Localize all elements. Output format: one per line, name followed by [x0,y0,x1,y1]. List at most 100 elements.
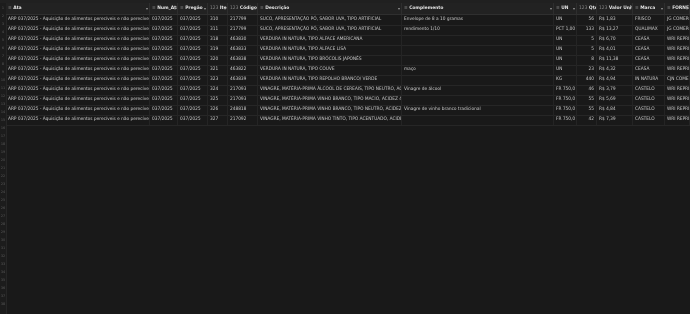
cell-codigo[interactable]: 217799 [228,25,258,35]
cell-un[interactable]: UN [554,65,577,75]
cell-qtde[interactable]: 8 [577,55,597,65]
cell-item[interactable]: 320 [208,55,228,65]
column-header-un[interactable]: ≡ UN ▾ [554,3,577,14]
cell-un[interactable]: UN [554,35,577,45]
cell-descricao[interactable]: VINAGRE, MATÉRIA-PRIMA VINHO BRANCO, TIP… [258,105,402,115]
cell-marca[interactable]: FRISCO [633,15,665,25]
cell-qtde[interactable]: 5 [577,35,597,45]
cell-ata[interactable]: ARP 037/2025 - Aquisição de alimentos pe… [6,85,150,95]
cell-valor-unitario[interactable]: R$ 4,32 [597,65,633,75]
cell-valor-unitario[interactable]: R$ 4,01 [597,45,633,55]
cell-valor-unitario[interactable]: R$ 13,27 [597,25,633,35]
cell-fornecedor[interactable]: WRI REPRESI [665,65,690,75]
cell-ata[interactable]: ARP 037/2025 - Aquisição de alimentos pe… [6,15,150,25]
cell-codigo[interactable]: 463830 [228,35,258,45]
cell-un[interactable]: FR 750,0 [554,85,577,95]
cell-un[interactable]: UN [554,45,577,55]
cell-valor-unitario[interactable]: R$ 7,39 [597,115,633,125]
cell-pregao[interactable]: 037/2025 [178,45,208,55]
cell-un[interactable]: KG [554,75,577,85]
cell-marca[interactable]: IN NATURA [633,75,665,85]
cell-complemento[interactable] [402,75,554,85]
cell-ata[interactable]: ARP 037/2025 - Aquisição de alimentos pe… [6,95,150,105]
cell-marca[interactable]: CEASA [633,35,665,45]
cell-num-ata[interactable]: 037/2025 [150,115,178,125]
cell-marca[interactable]: CEASA [633,45,665,55]
cell-num-ata[interactable]: 037/2025 [150,35,178,45]
cell-fornecedor[interactable]: WRI REPRESI [665,35,690,45]
chevron-down-icon[interactable]: ▾ [661,3,663,14]
cell-pregao[interactable]: 037/2025 [178,85,208,95]
cell-descricao[interactable]: VERDURA IN NATURA, TIPO REPOLHO BRANCO/ … [258,75,402,85]
cell-ata[interactable]: ARP 037/2025 - Aquisição de alimentos pe… [6,105,150,115]
chevron-down-icon[interactable]: ▾ [204,3,206,14]
cell-complemento[interactable]: Vinagre de álcool [402,85,554,95]
cell-ata[interactable]: ARP 037/2025 - Aquisição de alimentos pe… [6,65,150,75]
cell-fornecedor[interactable]: WRI REPRESI [665,105,690,115]
column-header-codigo[interactable]: 123 Código ▾ [228,3,258,14]
cell-descricao[interactable]: SUCO, APRESENTAÇÃO PÓ, SABOR UVA, TIPO A… [258,15,402,25]
cell-fornecedor[interactable]: WRI REPRESI [665,95,690,105]
cell-qtde[interactable]: 42 [577,115,597,125]
cell-fornecedor[interactable]: CJN COMERC [665,75,690,85]
cell-fornecedor[interactable]: JG COMERCIO [665,25,690,35]
cell-marca[interactable]: QUALIMAX [633,25,665,35]
cell-fornecedor[interactable]: WRI REPRESI [665,115,690,125]
cell-ata[interactable]: ARP 037/2025 - Aquisição de alimentos pe… [6,115,150,125]
cell-codigo[interactable]: 463822 [228,65,258,75]
cell-descricao[interactable]: SUCO, APRESENTAÇÃO PÓ, SABOR UVA, TIPO A… [258,25,402,35]
cell-complemento[interactable]: rendimento 1/10 [402,25,554,35]
cell-codigo[interactable]: 217093 [228,95,258,105]
cell-complemento[interactable]: maço [402,65,554,75]
cell-qtde[interactable]: 56 [577,15,597,25]
cell-valor-unitario[interactable]: R$ 3,79 [597,85,633,95]
cell-valor-unitario[interactable]: R$ 6,70 [597,35,633,45]
cell-un[interactable]: FR 750,0 [554,115,577,125]
cell-valor-unitario[interactable]: R$ 4,94 [597,75,633,85]
cell-complemento[interactable] [402,35,554,45]
cell-item[interactable]: 323 [208,75,228,85]
cell-pregao[interactable]: 037/2025 [178,55,208,65]
cell-qtde[interactable]: 46 [577,85,597,95]
chevron-down-icon[interactable]: ▾ [398,3,400,14]
column-header-descricao[interactable]: ≡ Descrição ▾ [258,3,402,14]
cell-pregao[interactable]: 037/2025 [178,25,208,35]
chevron-down-icon[interactable]: ▾ [686,3,688,14]
cell-codigo[interactable]: 463838 [228,55,258,65]
cell-num-ata[interactable]: 037/2025 [150,95,178,105]
cell-num-ata[interactable]: 037/2025 [150,85,178,95]
column-header-pregao[interactable]: ≡ Pregão ▾ [178,3,208,14]
cell-num-ata[interactable]: 037/2025 [150,75,178,85]
cell-complemento[interactable]: Vinagre de vinho branco tradicional [402,105,554,115]
cell-descricao[interactable]: VERDURA IN NATURA, TIPO ALFACE LISA [258,45,402,55]
cell-ata[interactable]: ARP 037/2025 - Aquisição de alimentos pe… [6,35,150,45]
cell-complemento[interactable] [402,115,554,125]
cell-num-ata[interactable]: 037/2025 [150,65,178,75]
cell-num-ata[interactable]: 037/2025 [150,105,178,115]
cell-qtde[interactable]: 133 [577,25,597,35]
cell-ata[interactable]: ARP 037/2025 - Aquisição de alimentos pe… [6,45,150,55]
cell-ata[interactable]: ARP 037/2025 - Aquisição de alimentos pe… [6,55,150,65]
chevron-down-icon[interactable]: ▾ [146,3,148,14]
cell-fornecedor[interactable]: WRI REPRESI [665,85,690,95]
cell-item[interactable]: 324 [208,85,228,95]
cell-item[interactable]: 326 [208,105,228,115]
cell-num-ata[interactable]: 037/2025 [150,15,178,25]
cell-qtde[interactable]: 23 [577,65,597,75]
cell-codigo[interactable]: 217093 [228,85,258,95]
chevron-down-icon[interactable]: ▾ [254,3,256,14]
cell-qtde[interactable]: 5 [577,45,597,55]
cell-valor-unitario[interactable]: R$ 5,69 [597,95,633,105]
cell-descricao[interactable]: VINAGRE, MATÉRIA-PRIMA VINHO BRANCO, TIP… [258,95,402,105]
column-header-complemento[interactable]: ≡ Complemento ▾ [402,3,554,14]
cell-marca[interactable]: CEASA [633,65,665,75]
column-header-ata[interactable]: ≡ Ata ▾ [6,3,150,14]
cell-num-ata[interactable]: 037/2025 [150,55,178,65]
chevron-down-icon[interactable]: ▾ [573,3,575,14]
cell-item[interactable]: 318 [208,35,228,45]
cell-item[interactable]: 327 [208,115,228,125]
cell-marca[interactable]: CASTELO [633,105,665,115]
cell-item[interactable]: 321 [208,65,228,75]
cell-un[interactable]: FR 750,0 [554,95,577,105]
cell-descricao[interactable]: VERDURA IN NATURA, TIPO BRÓCOLIS JAPONÊS [258,55,402,65]
